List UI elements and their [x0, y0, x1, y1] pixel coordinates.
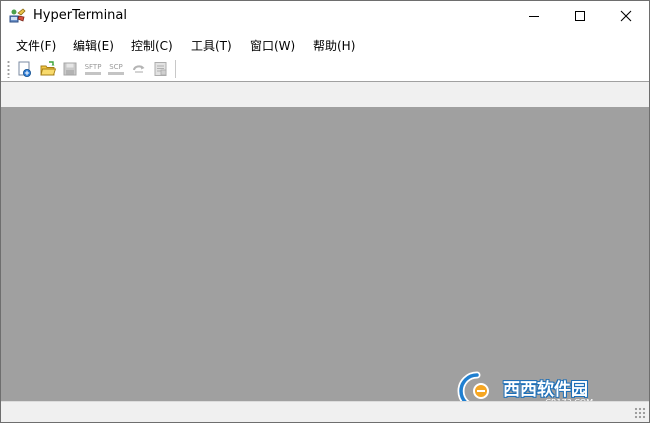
close-icon — [620, 10, 632, 22]
minimize-button[interactable] — [511, 1, 557, 31]
menu-tools[interactable]: 工具(T) — [191, 37, 232, 54]
menu-file[interactable]: 文件(F) — [16, 37, 56, 54]
open-folder-icon — [40, 61, 57, 76]
hyperterminal-app-icon[interactable] — [9, 7, 27, 25]
menu-bar: 文件(F) 编辑(E) 控制(C) 工具(T) 窗口(W) 帮助(H) — [1, 31, 649, 57]
menu-control[interactable]: 控制(C) — [131, 37, 173, 54]
sftp-button[interactable]: SFTP — [83, 59, 103, 79]
open-button[interactable] — [38, 59, 58, 79]
reconnect-icon — [133, 65, 145, 73]
scp-underline — [108, 72, 124, 75]
toolbar-separator — [175, 60, 176, 78]
minimize-icon — [529, 16, 539, 17]
save-icon — [63, 62, 77, 76]
properties-button[interactable] — [151, 59, 171, 79]
window-title: HyperTerminal — [33, 8, 128, 23]
mdi-client-area[interactable] — [1, 107, 649, 401]
reconnect-button[interactable] — [129, 59, 149, 79]
toolbar-grip[interactable] — [7, 60, 10, 78]
maximize-icon — [575, 11, 585, 21]
properties-icon — [154, 62, 167, 76]
sftp-icon: SFTP — [84, 63, 102, 71]
save-button[interactable] — [60, 59, 80, 79]
status-bar — [1, 401, 649, 422]
new-connection-icon — [18, 61, 31, 77]
app-window: HyperTerminal 文件(F) 编辑(E) 控制(C) 工具(T) 窗口… — [0, 0, 650, 423]
title-bar[interactable]: HyperTerminal — [1, 1, 649, 31]
menu-help[interactable]: 帮助(H) — [313, 37, 355, 54]
sftp-underline — [85, 72, 101, 75]
menu-window[interactable]: 窗口(W) — [250, 37, 295, 54]
resize-grip[interactable] — [634, 407, 646, 419]
toolbar: SFTP SCP — [1, 57, 649, 81]
watermark-title: 西西软件园 — [503, 380, 588, 400]
scp-button[interactable]: SCP — [106, 59, 126, 79]
menu-edit[interactable]: 编辑(E) — [73, 37, 114, 54]
session-tab-strip — [1, 82, 649, 107]
maximize-button[interactable] — [557, 1, 603, 31]
scp-icon: SCP — [109, 63, 123, 71]
new-connection-button[interactable] — [15, 59, 35, 79]
close-button[interactable] — [603, 1, 649, 31]
